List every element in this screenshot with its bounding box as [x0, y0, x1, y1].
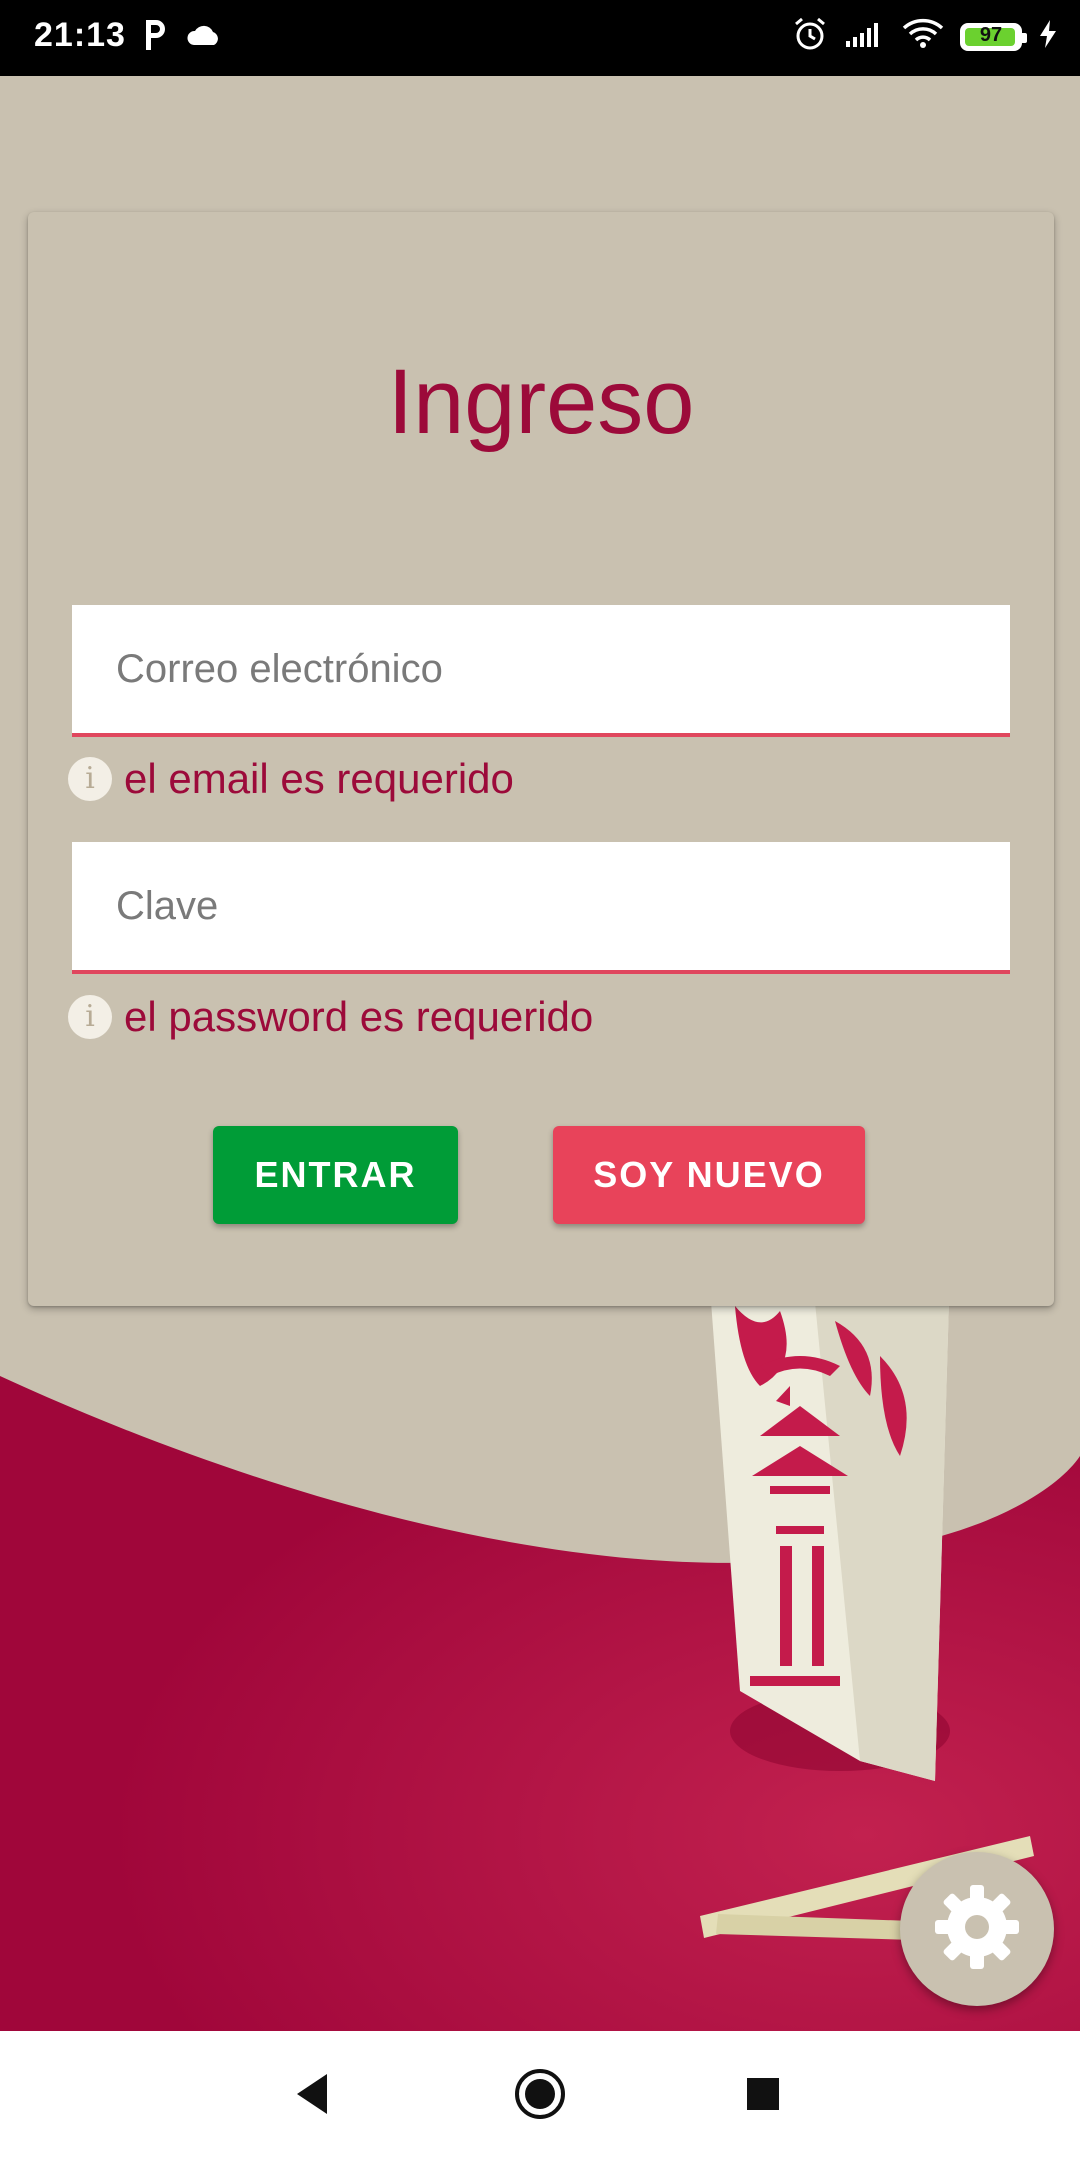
email-field[interactable] [72, 605, 1010, 737]
settings-fab[interactable] [900, 1852, 1054, 2006]
sign-up-button[interactable]: SOY NUEVO [553, 1126, 865, 1224]
email-error-text: el email es requerido [124, 755, 514, 802]
battery-icon: 97 [960, 22, 1027, 51]
login-card: Ingreso i el email es requerido i el pas… [28, 212, 1054, 1306]
back-icon [293, 2072, 333, 2121]
info-icon: i [68, 757, 112, 801]
status-time: 21:13 [34, 16, 126, 54]
wifi-icon [902, 18, 944, 55]
battery-level: 97 [979, 23, 1003, 46]
password-input[interactable] [72, 842, 1010, 970]
cloud-icon [186, 23, 222, 52]
enter-button[interactable]: ENTRAR [213, 1126, 458, 1224]
password-field[interactable] [72, 842, 1010, 974]
home-icon [512, 2066, 568, 2127]
info-icon: i [68, 995, 112, 1039]
recents-icon [745, 2076, 781, 2117]
login-screen: 21:13 97 Ingreso Correo electrónico i el… [0, 0, 1080, 2160]
password-error: i el password es requerido [68, 993, 593, 1041]
home-button[interactable] [505, 2061, 575, 2131]
alarm-icon [792, 16, 828, 57]
gear-icon [931, 1881, 1023, 1978]
navigation-bar [0, 2031, 1080, 2160]
page-title: Ingreso [387, 351, 695, 453]
recents-button[interactable] [728, 2061, 798, 2131]
status-bar: 21:13 97 [0, 0, 1080, 76]
status-left-icons [142, 18, 222, 57]
charging-icon [1038, 19, 1058, 54]
password-error-text: el password es requerido [124, 993, 594, 1040]
signal-icon [844, 19, 886, 54]
status-right-icons: 97 [792, 16, 1058, 57]
parking-icon [142, 18, 168, 57]
email-input[interactable] [72, 605, 1010, 733]
battery-tip [1022, 32, 1027, 43]
email-error: i el email es requerido [68, 755, 514, 803]
back-button[interactable] [278, 2061, 348, 2131]
